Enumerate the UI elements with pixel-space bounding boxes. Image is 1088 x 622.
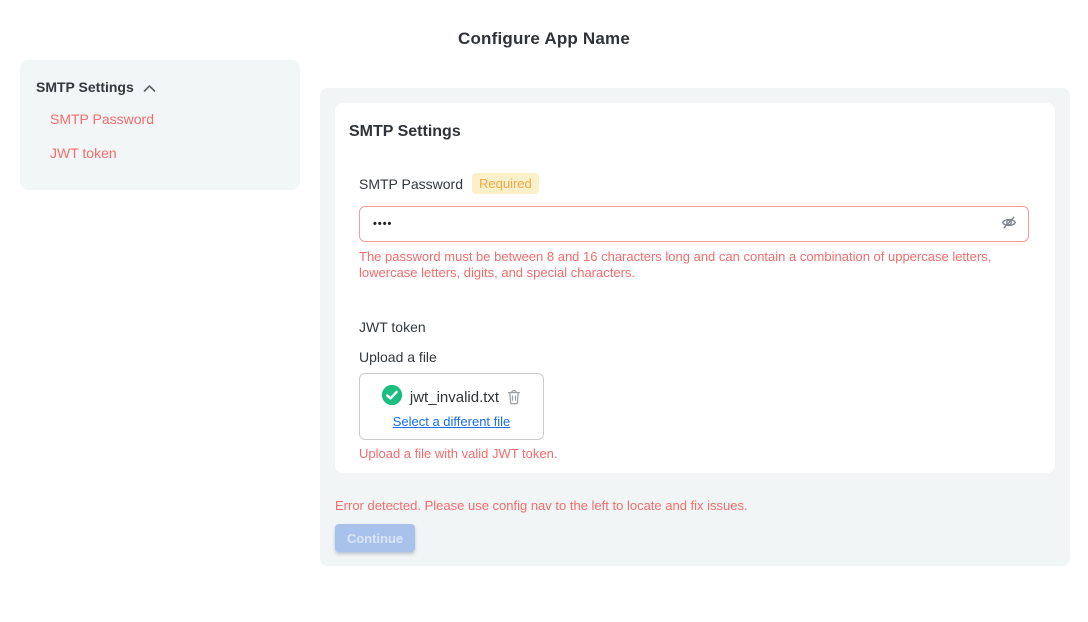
upload-a-file-label: Upload a file — [359, 349, 1041, 365]
smtp-password-input[interactable] — [359, 206, 1029, 242]
toggle-password-visibility-button[interactable] — [1000, 214, 1018, 235]
sidebar-section-label: SMTP Settings — [36, 79, 134, 95]
eye-off-icon — [1000, 214, 1018, 235]
required-badge: Required — [472, 173, 539, 194]
continue-button[interactable]: Continue — [335, 524, 415, 552]
check-circle-icon — [381, 384, 403, 411]
sidebar-item-smtp-password[interactable]: SMTP Password — [50, 110, 284, 129]
form-error-message: Error detected. Please use config nav to… — [335, 498, 1055, 513]
card-title: SMTP Settings — [349, 123, 1041, 141]
jwt-upload-error: Upload a file with valid JWT token. — [359, 446, 1041, 461]
page-title: Configure App Name — [0, 29, 1088, 49]
smtp-password-error: The password must be between 8 and 16 ch… — [359, 249, 1039, 281]
trash-icon — [506, 388, 522, 408]
remove-file-button[interactable] — [506, 388, 522, 408]
config-main-panel: SMTP Settings SMTP Password Required — [320, 88, 1070, 566]
select-different-file-link[interactable]: Select a different file — [393, 414, 511, 429]
config-nav-sidebar: SMTP Settings SMTP Password JWT token — [20, 60, 300, 190]
smtp-settings-card: SMTP Settings SMTP Password Required — [335, 103, 1055, 473]
chevron-up-icon — [143, 84, 156, 93]
sidebar-section-smtp-settings[interactable]: SMTP Settings — [36, 79, 284, 95]
smtp-password-label: SMTP Password — [359, 176, 463, 192]
sidebar-item-jwt-token[interactable]: JWT token — [50, 144, 284, 163]
uploaded-file-name: jwt_invalid.txt — [410, 389, 499, 406]
jwt-token-label: JWT token — [359, 319, 1041, 335]
file-upload-widget: jwt_invalid.txt Sele — [359, 373, 544, 440]
